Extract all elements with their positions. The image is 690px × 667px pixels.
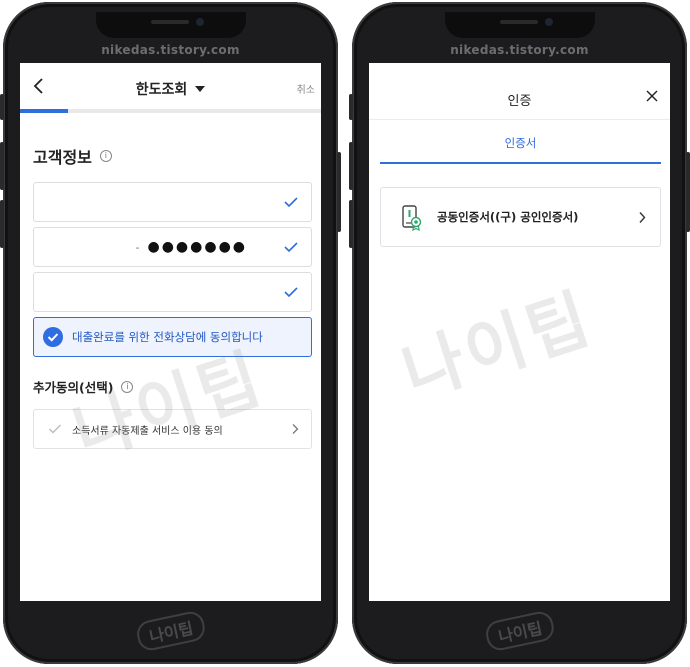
check-icon [49, 424, 61, 434]
income-doc-consent-item[interactable]: 소득서류 자동제출 서비스 이용 동의 [33, 409, 312, 449]
customer-field-1[interactable] [33, 182, 312, 222]
auth-tabs: 인증서 [369, 120, 670, 164]
consent-label: 대출완료를 위한 전화상담에 동의합니다 [72, 330, 263, 344]
watermark-logo: 나이팁 [134, 609, 207, 653]
watermark-site-text: nikedas.tistory.com [101, 43, 240, 57]
info-icon[interactable]: i [121, 380, 134, 393]
certificate-icon [402, 205, 422, 231]
screen-authentication: 인증 인증서 공동인증서((구) 공인인증서) 나이팁 [369, 63, 670, 601]
phone-consult-consent[interactable]: 대출완료를 위한 전화상담에 동의합니다 [33, 317, 312, 357]
page-title: 한도조회 [135, 82, 188, 98]
watermark-logo: 나이팁 [483, 609, 556, 653]
customer-field-id-number[interactable]: - ●●●●●●● [33, 227, 312, 267]
progress-fill [20, 109, 69, 113]
joint-certificate-label: 공동인증서((구) 공인인증서) [437, 210, 579, 224]
phone-mute-switch [0, 94, 4, 120]
chevron-right-icon [639, 212, 646, 223]
phone-power-button [686, 152, 690, 232]
close-icon[interactable] [645, 89, 659, 103]
phone-power-button [337, 152, 341, 232]
nav-bar: 한도조회 취소 [20, 63, 321, 109]
customer-info-title: 고객정보 [33, 148, 92, 167]
cancel-button[interactable]: 취소 [297, 81, 315, 96]
masked-value-dash: - [135, 241, 140, 254]
tab-certificate[interactable]: 인증서 [380, 120, 661, 164]
phone-frame-left: nikedas.tistory.com 한도조회 취소 고객정보 i - ●●●●… [0, 2, 341, 664]
phone-volume-up [0, 142, 4, 190]
watermark-site-text: nikedas.tistory.com [450, 43, 589, 57]
info-icon[interactable]: i [99, 150, 112, 162]
phone-volume-down [349, 200, 353, 248]
check-icon [284, 242, 298, 253]
watermark-logo-large: 나이팁 [393, 279, 603, 413]
customer-fields: - ●●●●●●● [20, 182, 321, 312]
joint-certificate-item[interactable]: 공동인증서((구) 공인인증서) [380, 187, 661, 247]
customer-info-heading: 고객정보 i [33, 144, 321, 168]
phone-frame-right: nikedas.tistory.com 인증 인증서 공동인증서((구) 공인인… [349, 2, 690, 664]
auth-title: 인증 [507, 94, 532, 109]
chevron-right-icon [292, 424, 299, 434]
phone-notch [444, 12, 595, 38]
additional-consent-heading: 추가동의(선택) i [33, 377, 321, 396]
customer-field-3[interactable] [33, 272, 312, 312]
masked-value-dots: ●●●●●●● [147, 239, 247, 255]
income-doc-consent-label: 소득서류 자동제출 서비스 이용 동의 [72, 425, 223, 437]
phone-mute-switch [349, 94, 353, 120]
page-title-dropdown[interactable]: 한도조회 [20, 79, 321, 99]
progress-bar [20, 109, 321, 113]
phone-volume-down [0, 200, 4, 248]
checkmark-circle-icon [43, 327, 63, 347]
masked-value: - ●●●●●●● [136, 239, 248, 255]
phone-volume-up [349, 142, 353, 190]
screen-limit-check: 한도조회 취소 고객정보 i - ●●●●●●● 대출완료를 위한 전화상담에 … [20, 63, 321, 601]
caret-down-icon [195, 86, 206, 92]
check-icon [284, 197, 298, 208]
phone-notch [95, 12, 246, 38]
check-icon [284, 287, 298, 298]
additional-consent-title: 추가동의(선택) [33, 380, 114, 395]
auth-header: 인증 [369, 63, 670, 120]
